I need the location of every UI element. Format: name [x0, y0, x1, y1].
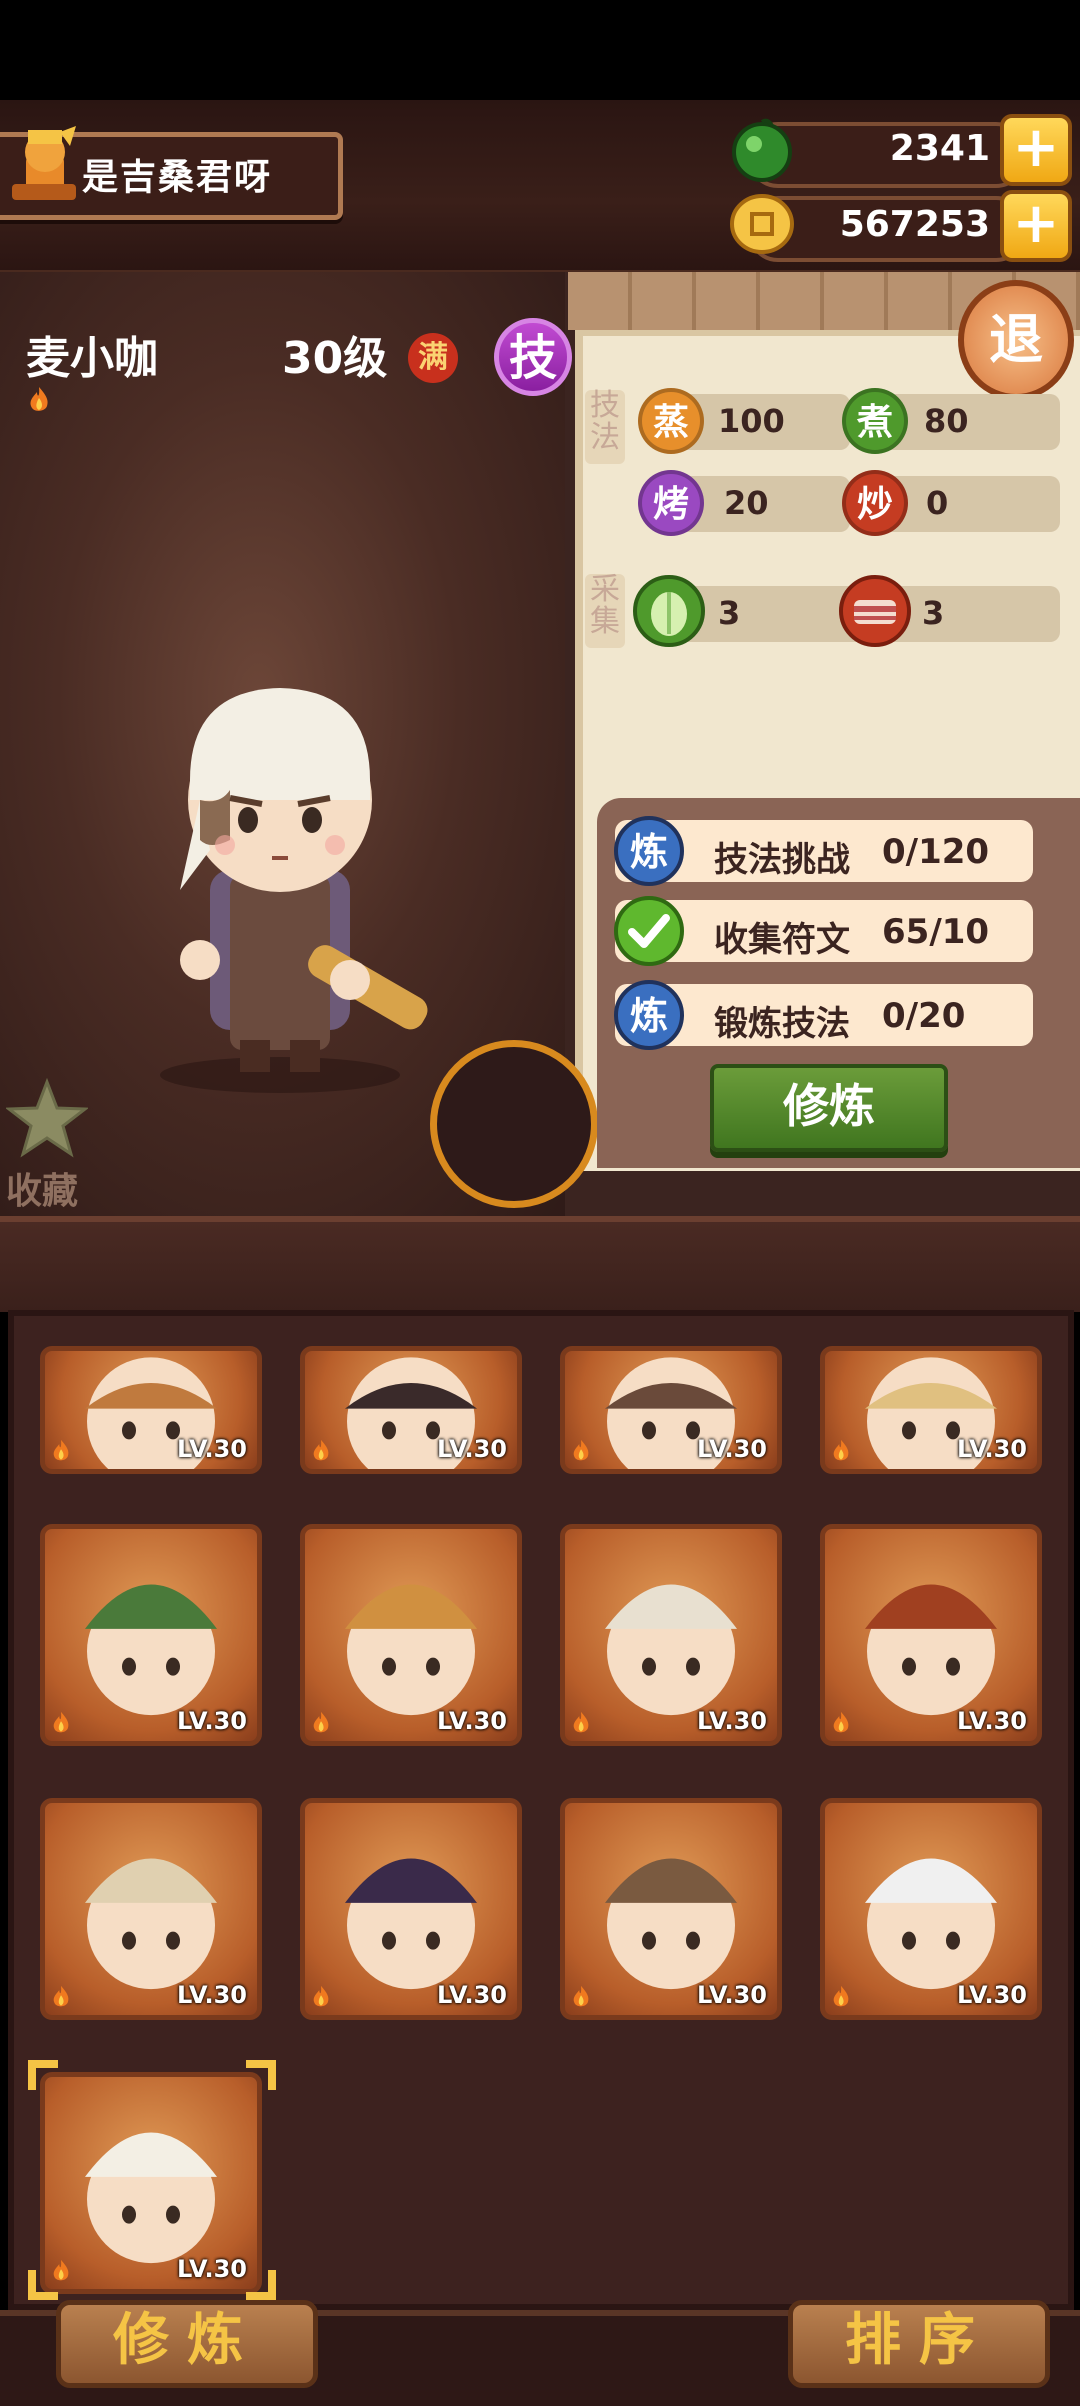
- card-level-label: LV.30: [437, 1707, 507, 1735]
- steam-skill-icon: 蒸: [638, 388, 704, 454]
- task-progress: 0/120: [882, 832, 990, 872]
- character-level: 30级: [282, 333, 388, 384]
- sort-button[interactable]: 排序: [788, 2300, 1050, 2388]
- check-icon: [614, 896, 684, 966]
- card-level-label: LV.30: [437, 1435, 507, 1463]
- fire-icon: [831, 1985, 851, 2009]
- player-name: 是吉桑君呀: [82, 157, 273, 198]
- fire-icon: [831, 1439, 851, 1463]
- card-level-label: LV.30: [957, 1707, 1027, 1735]
- roster-character-card[interactable]: LV.30: [300, 1346, 522, 1474]
- fire-icon: [51, 1985, 71, 2009]
- roast-skill-value: 20: [724, 484, 769, 522]
- gather-section-label: 采集: [585, 574, 625, 648]
- card-level-label: LV.30: [957, 1435, 1027, 1463]
- steam-skill-value: 100: [718, 402, 785, 440]
- selection-frame: [28, 2060, 276, 2300]
- boil-skill-value: 80: [924, 402, 969, 440]
- roster-character-card[interactable]: LV.30: [40, 1798, 262, 2020]
- skills-section-label: 技法: [585, 390, 625, 464]
- coin-amount: 567253: [839, 204, 990, 245]
- roast-skill-icon: 烤: [638, 470, 704, 536]
- center-action-button[interactable]: [430, 1040, 598, 1208]
- task-label: 技法挑战: [714, 840, 850, 880]
- jade-amount: 2341: [889, 128, 990, 169]
- fire-icon: [51, 1439, 71, 1463]
- fire-icon: [571, 1985, 591, 2009]
- card-level-label: LV.30: [697, 1435, 767, 1463]
- chef-character-portrait: [80, 600, 480, 1100]
- meat-icon: [838, 574, 912, 648]
- roster-character-card[interactable]: LV.30: [40, 1524, 262, 1746]
- favorite-star-icon[interactable]: [4, 1077, 90, 1160]
- roster-character-card[interactable]: LV.30: [560, 1798, 782, 2020]
- fire-icon: [51, 1711, 71, 1735]
- fire-icon: [311, 1711, 331, 1735]
- favorite-label: 收藏: [6, 1171, 79, 1212]
- card-level-label: LV.30: [177, 1981, 247, 2009]
- add-coins-button[interactable]: +: [1000, 190, 1072, 262]
- task-progress: 0/20: [882, 996, 966, 1036]
- card-level-label: LV.30: [697, 1981, 767, 2009]
- task-label: 收集符文: [714, 920, 850, 960]
- player-avatar-icon[interactable]: [8, 124, 80, 210]
- status-bar: [0, 0, 1080, 100]
- refine-button[interactable]: 修炼: [710, 1064, 948, 1152]
- cabbage-count: 3: [718, 594, 741, 632]
- bottom-refine-button[interactable]: 修炼: [56, 2300, 318, 2388]
- card-level-label: LV.30: [437, 1981, 507, 2009]
- max-level-badge: 满: [408, 333, 458, 383]
- exit-button[interactable]: 退: [958, 280, 1074, 400]
- card-level-label: LV.30: [957, 1981, 1027, 2009]
- coin-icon: [728, 190, 796, 258]
- cabbage-icon: [632, 574, 706, 648]
- roster-character-card[interactable]: LV.30: [820, 1346, 1042, 1474]
- jade-icon: [728, 116, 796, 184]
- task-label: 锻炼技法: [714, 1004, 850, 1044]
- card-level-label: LV.30: [177, 1435, 247, 1463]
- roster-character-card[interactable]: LV.30: [820, 1798, 1042, 2020]
- card-level-label: LV.30: [177, 1707, 247, 1735]
- add-jade-button[interactable]: +: [1000, 114, 1072, 186]
- roster-character-card[interactable]: LV.30: [560, 1524, 782, 1746]
- roster-character-card[interactable]: LV.30: [820, 1524, 1042, 1746]
- stirfry-skill-value: 0: [926, 484, 949, 522]
- roster-character-card[interactable]: LV.30: [300, 1524, 522, 1746]
- refine-icon: 炼: [614, 980, 684, 1050]
- refine-icon: 炼: [614, 816, 684, 886]
- fire-icon: [311, 1439, 331, 1463]
- roster-character-card[interactable]: LV.30: [560, 1346, 782, 1474]
- roster-character-card[interactable]: LV.30: [40, 1346, 262, 1474]
- card-level-label: LV.30: [697, 1707, 767, 1735]
- fire-icon: [571, 1711, 591, 1735]
- section-divider: [0, 1216, 1080, 1312]
- skill-button[interactable]: 技: [494, 318, 572, 396]
- roster-character-card[interactable]: LV.30: [300, 1798, 522, 2020]
- fire-icon: [28, 386, 50, 414]
- task-progress: 65/10: [882, 912, 990, 952]
- fire-icon: [571, 1439, 591, 1463]
- meat-count: 3: [922, 594, 945, 632]
- fire-icon: [311, 1985, 331, 2009]
- boil-skill-icon: 煮: [842, 388, 908, 454]
- character-name: 麦小咖: [26, 333, 158, 384]
- fire-icon: [831, 1711, 851, 1735]
- stirfry-skill-icon: 炒: [842, 470, 908, 536]
